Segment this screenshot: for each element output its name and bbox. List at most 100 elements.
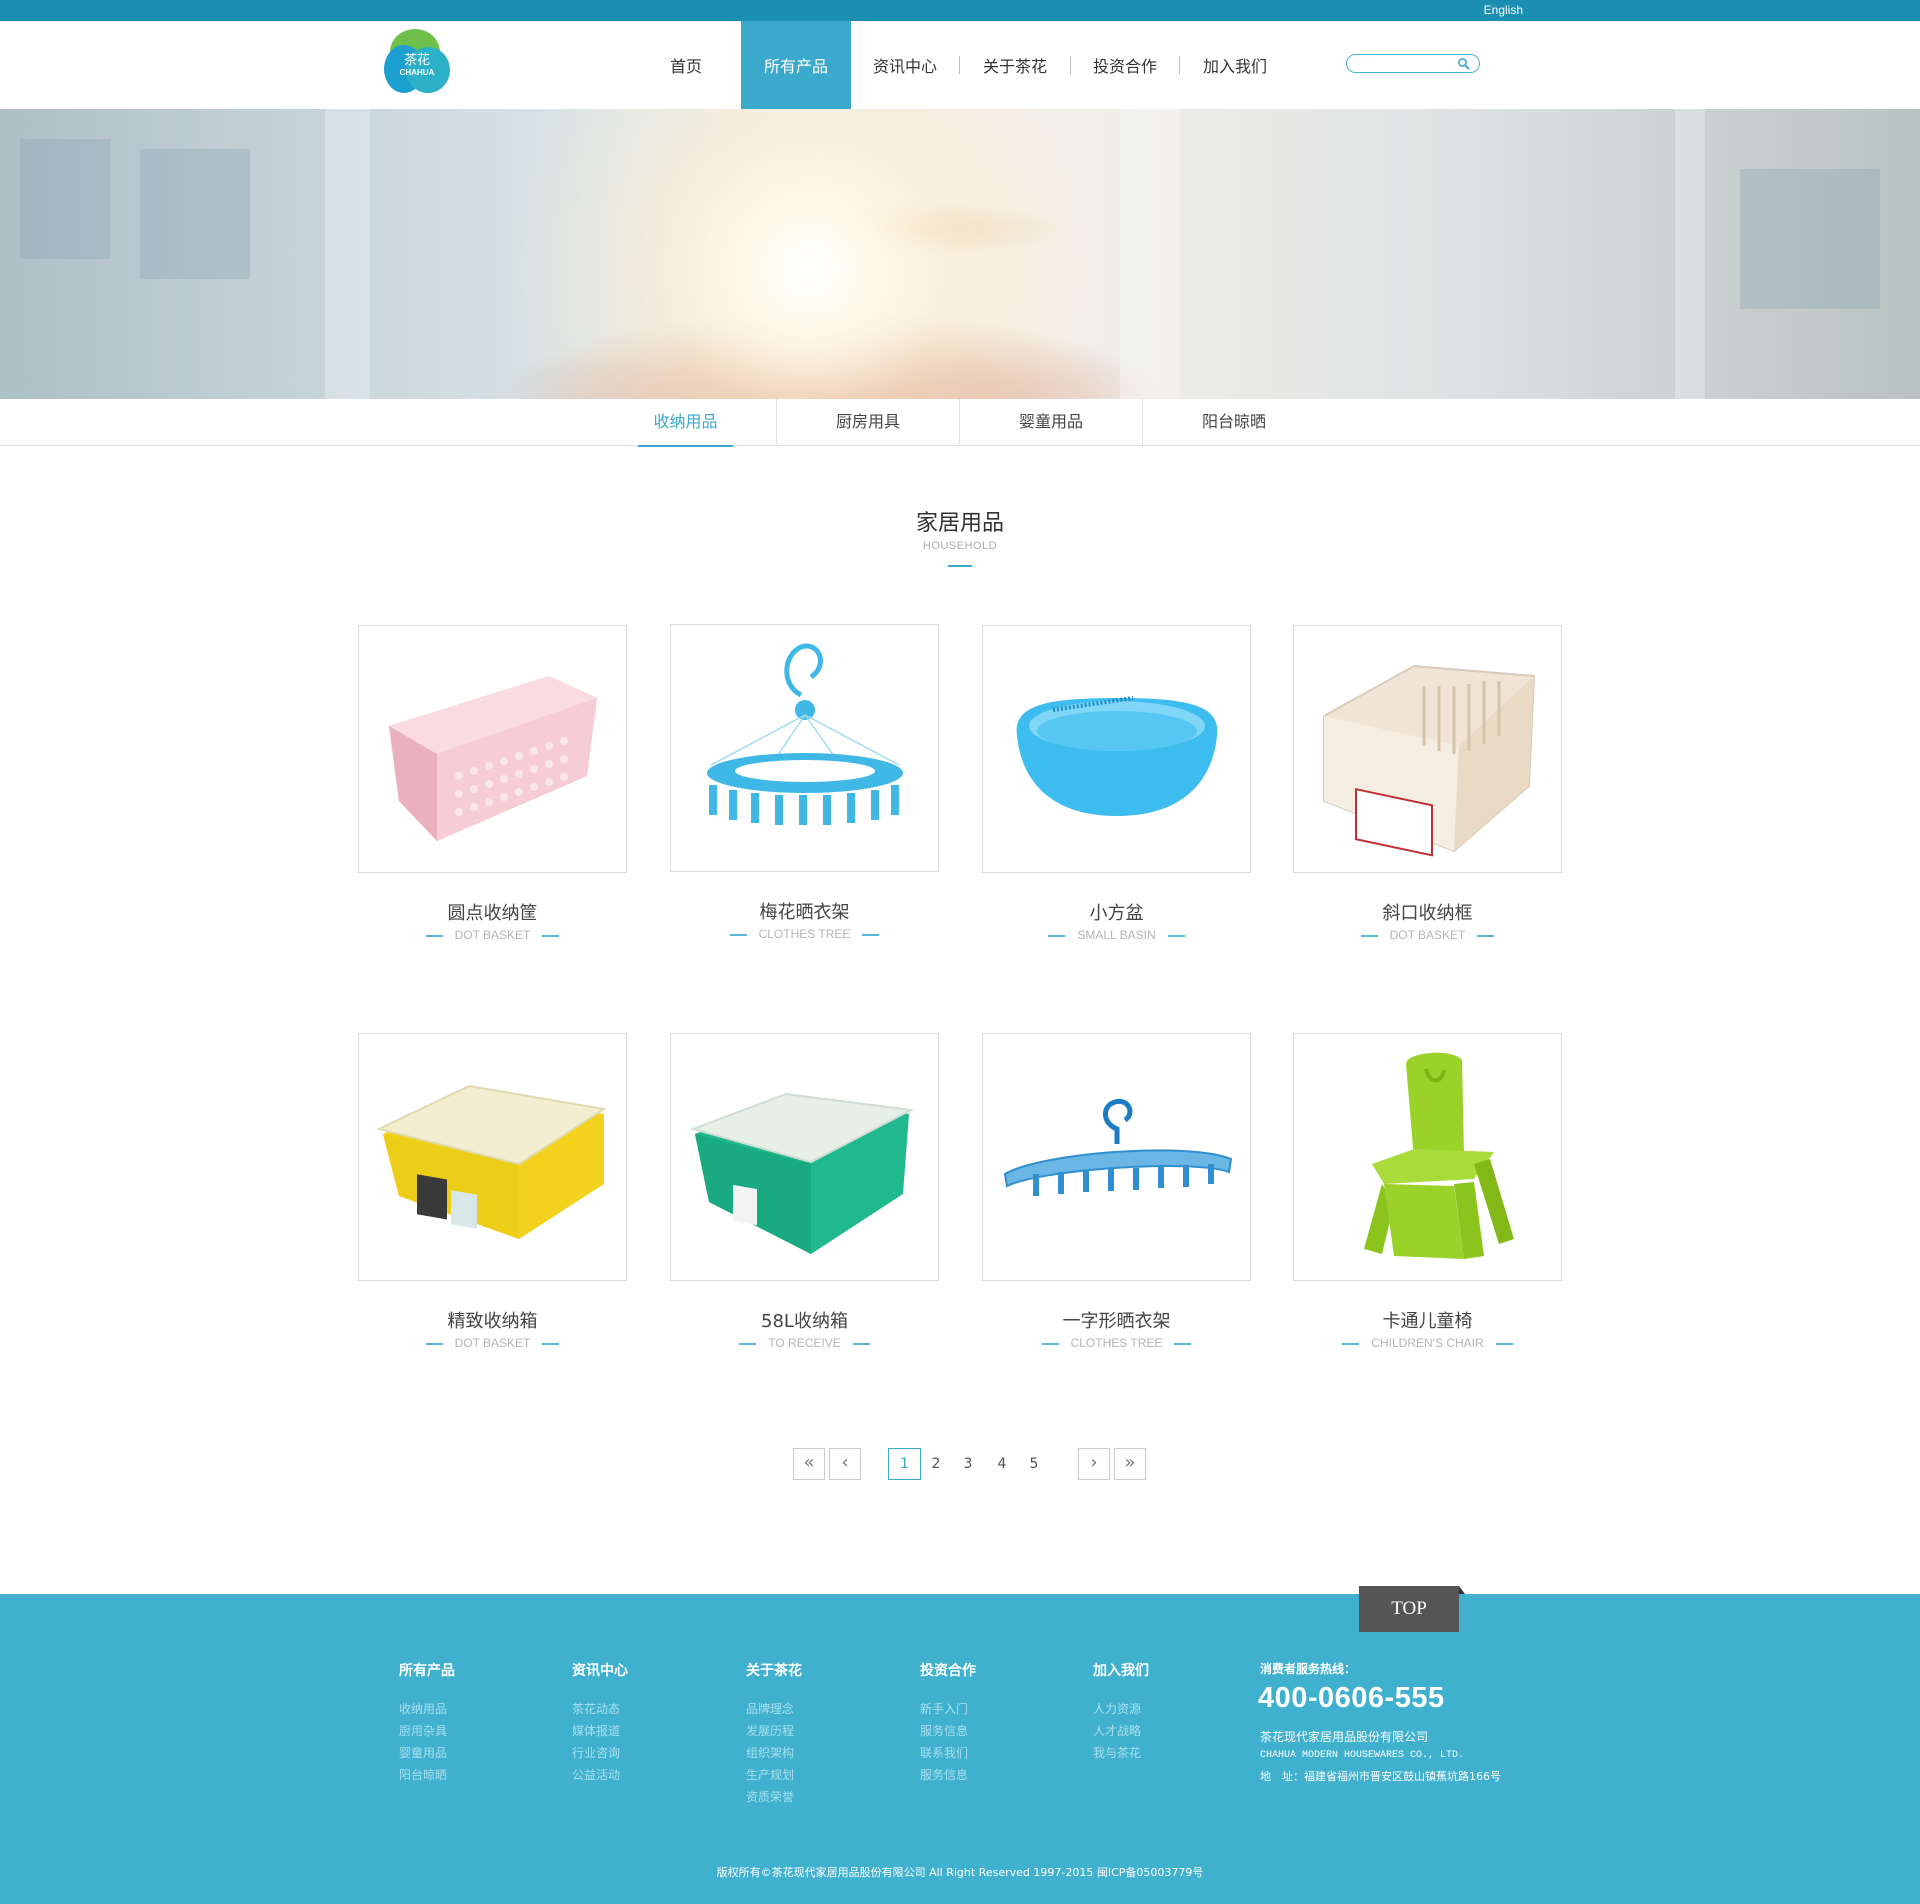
section-title: 家居用品	[915, 511, 1004, 536]
footer-link[interactable]: 新手入门	[920, 1698, 976, 1720]
product-name[interactable]: 圆点收纳筐	[358, 899, 627, 925]
nav-item-home[interactable]: 首页	[631, 21, 741, 109]
hotline-label: 消费者服务热线：	[1260, 1662, 1357, 1676]
search-box	[1346, 54, 1480, 73]
product-name-en: DOT BASKET	[358, 928, 627, 942]
tab-kitchen[interactable]: 厨房用具	[777, 399, 959, 446]
product-name[interactable]: 58L收纳箱	[670, 1307, 939, 1333]
footer-link[interactable]: 发展历程	[746, 1720, 802, 1742]
product-name-en: DOT BASKET	[358, 1336, 627, 1350]
product-image[interactable]	[670, 624, 939, 872]
footer-link[interactable]: 服务信息	[920, 1764, 976, 1786]
page-number[interactable]: 2	[921, 1448, 951, 1480]
section-divider	[948, 565, 972, 567]
footer-column-join: 加入我们 人力资源 人才战略 我与茶花	[1093, 1660, 1149, 1764]
nav-item-investment[interactable]: 投资合作	[1071, 21, 1179, 109]
company-name-cn: 茶花现代家居用品股份有限公司	[1260, 1730, 1429, 1744]
footer-link[interactable]: 品牌理念	[746, 1698, 802, 1720]
nav-item-join[interactable]: 加入我们	[1180, 21, 1290, 109]
footer-link[interactable]: 我与茶花	[1093, 1742, 1149, 1764]
search-input[interactable]	[1355, 56, 1455, 71]
product-image[interactable]	[1293, 1033, 1562, 1281]
nav-item-products[interactable]: 所有产品	[741, 21, 851, 109]
hero-banner	[0, 109, 1920, 399]
product-name-en: SMALL BASIN	[982, 928, 1251, 942]
hotline-number: 400-0606-555	[1258, 1682, 1445, 1714]
banner-window	[1740, 169, 1880, 309]
product-image[interactable]	[1293, 625, 1562, 873]
tab-label: 厨房用具	[835, 412, 900, 431]
footer-link[interactable]: 人力资源	[1093, 1698, 1149, 1720]
product-name[interactable]: 梅花晒衣架	[670, 898, 939, 924]
footer-column-title: 加入我们	[1093, 1663, 1149, 1679]
footer-link[interactable]: 行业咨询	[572, 1742, 628, 1764]
product-name[interactable]: 斜口收纳框	[1293, 899, 1562, 925]
product-name-en: CLOTHES TREE	[670, 927, 939, 941]
footer-column-investment: 投资合作 新手入门 服务信息 联系我们 服务信息	[920, 1660, 976, 1786]
back-to-top-button[interactable]: TOP	[1359, 1586, 1465, 1632]
product-name[interactable]: 小方盆	[982, 899, 1251, 925]
search-icon[interactable]	[1457, 57, 1471, 71]
footer-link[interactable]: 阳台晾晒	[399, 1764, 455, 1786]
active-tab-underline	[638, 445, 733, 447]
footer-link[interactable]: 茶花动态	[572, 1698, 628, 1720]
footer-column-title: 投资合作	[920, 1663, 976, 1679]
tab-label: 婴童用品	[1018, 412, 1083, 431]
footer-link[interactable]: 公益活动	[572, 1764, 628, 1786]
prev-page-button[interactable]: ‹	[829, 1448, 861, 1480]
basin-icon	[1016, 696, 1218, 816]
footer-link[interactable]: 婴童用品	[399, 1742, 455, 1764]
page-number[interactable]: 3	[953, 1448, 983, 1480]
logo-text-en: CHAHUA	[399, 68, 435, 77]
storage-basket-icon	[389, 676, 597, 841]
storage-rack-icon	[1323, 664, 1536, 857]
footer-link[interactable]: 生产规划	[746, 1764, 802, 1786]
tab-balcony[interactable]: 阳台晾晒	[1143, 399, 1325, 446]
footer-link[interactable]: 收纳用品	[399, 1698, 455, 1720]
product-name[interactable]: 卡通儿童椅	[1293, 1307, 1562, 1333]
product-name[interactable]: 精致收纳箱	[358, 1307, 627, 1333]
product-name[interactable]: 一字形晒衣架	[982, 1307, 1251, 1333]
product-image[interactable]	[358, 625, 627, 873]
footer-column-title: 所有产品	[399, 1663, 455, 1679]
footer-link[interactable]: 人才战略	[1093, 1720, 1149, 1742]
footer-link[interactable]: 厨用杂具	[399, 1720, 455, 1742]
clothes-hanger-icon	[707, 643, 903, 825]
footer-link[interactable]: 资质荣誉	[746, 1786, 802, 1808]
page-number[interactable]: 1	[888, 1448, 921, 1480]
product-image[interactable]	[982, 625, 1251, 873]
footer-column-title: 资讯中心	[572, 1663, 628, 1679]
pagination: « ‹ 1 2 3 4 5 › »	[0, 1448, 1920, 1480]
product-image[interactable]	[358, 1033, 627, 1281]
product-image[interactable]	[982, 1033, 1251, 1281]
first-page-button[interactable]: «	[793, 1448, 825, 1480]
main-nav: 首页 所有产品 资讯中心 关于茶花 投资合作 加入我们	[631, 21, 1290, 109]
clothes-hanger-icon	[1003, 1098, 1233, 1196]
chair-icon	[1364, 1052, 1514, 1259]
tab-label: 收纳用品	[653, 412, 718, 431]
tab-baby[interactable]: 婴童用品	[960, 399, 1142, 446]
footer-link[interactable]: 服务信息	[920, 1720, 976, 1742]
footer-column-about: 关于茶花 品牌理念 发展历程 组织架构 生产规划 资质荣誉	[746, 1660, 802, 1808]
product-name-en: DOT BASKET	[1293, 928, 1562, 942]
next-page-button[interactable]: ›	[1078, 1448, 1110, 1480]
footer-link[interactable]: 组织架构	[746, 1742, 802, 1764]
product-name-en: CHILDREN'S CHAIR	[1293, 1336, 1562, 1350]
page-number[interactable]: 5	[1019, 1448, 1049, 1480]
banner-pillar	[325, 109, 370, 399]
tab-label: 阳台晾晒	[1201, 412, 1266, 431]
language-english-link[interactable]: English	[1484, 3, 1523, 17]
footer-column-products: 所有产品 收纳用品 厨用杂具 婴童用品 阳台晾晒	[399, 1660, 455, 1786]
brand-logo[interactable]: 茶花 CHAHUA	[384, 29, 450, 95]
tab-storage[interactable]: 收纳用品	[638, 399, 733, 447]
section-subtitle: HOUSEHOLD	[922, 540, 998, 552]
product-image[interactable]	[670, 1033, 939, 1281]
nav-item-news[interactable]: 资讯中心	[851, 21, 959, 109]
nav-item-about[interactable]: 关于茶花	[960, 21, 1070, 109]
footer-link[interactable]: 媒体报道	[572, 1720, 628, 1742]
banner-pillar	[1675, 109, 1705, 399]
footer-link[interactable]: 联系我们	[920, 1742, 976, 1764]
page-number[interactable]: 4	[987, 1448, 1017, 1480]
last-page-button[interactable]: »	[1114, 1448, 1146, 1480]
category-tabs: 收纳用品 厨房用具 婴童用品 阳台晾晒	[0, 399, 1920, 447]
